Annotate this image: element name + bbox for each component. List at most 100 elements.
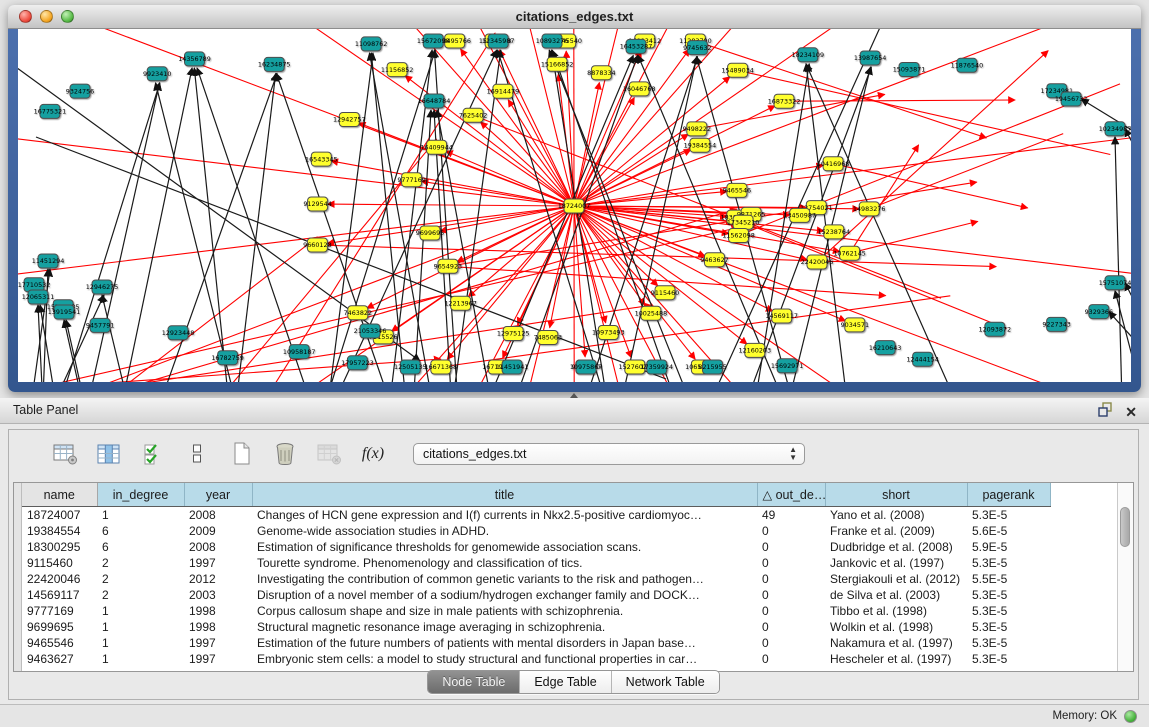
close-button[interactable]	[19, 10, 32, 23]
graph-node[interactable]: 16210643	[869, 341, 902, 355]
table-cell[interactable]: 9115460	[22, 555, 97, 571]
float-panel-icon[interactable]	[1098, 402, 1113, 422]
table-cell[interactable]: 9699695	[22, 619, 97, 635]
table-cell[interactable]: 2009	[184, 523, 252, 539]
graph-node[interactable]: 16775321	[34, 104, 67, 118]
table-cell[interactable]: Wolkin et al. (1998)	[825, 619, 967, 635]
function-builder-button[interactable]: f(x)	[359, 440, 387, 468]
table-cell[interactable]: Estimation of significance thresholds fo…	[252, 539, 757, 555]
table-cell[interactable]: Tourette syndrome. Phenomenology and cla…	[252, 555, 757, 571]
graph-node[interactable]: 10234987	[1099, 122, 1131, 136]
table-cell[interactable]: Jankovic et al. (1997)	[825, 555, 967, 571]
graph-node[interactable]: 12923448	[162, 326, 195, 340]
graph-node[interactable]: 10958187	[283, 345, 316, 359]
table-cell[interactable]: 0	[757, 539, 825, 555]
table-cell[interactable]: Structural magnetic resonance image aver…	[252, 619, 757, 635]
table-cell[interactable]: Corpus callosum shape and size in male p…	[252, 603, 757, 619]
graph-node[interactable]: 16873322	[768, 94, 801, 108]
graph-node[interactable]: 9465546	[723, 183, 751, 197]
table-cell[interactable]: 5.3E-5	[967, 651, 1050, 667]
table-cell[interactable]: 6	[97, 539, 184, 555]
graph-edge[interactable]	[574, 134, 688, 206]
table-cell[interactable]: 1	[97, 603, 184, 619]
graph-node[interactable]: 11156852	[381, 63, 414, 77]
graph-node[interactable]: 19384554	[684, 138, 717, 152]
table-cell[interactable]: 2	[97, 587, 184, 603]
graph-node[interactable]: 11451294	[32, 254, 65, 268]
table-row[interactable]: 1938455462009Genome-wide association stu…	[22, 523, 1050, 539]
table-cell[interactable]: 18724007	[22, 507, 97, 524]
graph-node[interactable]: 16543345	[305, 152, 338, 166]
graph-node[interactable]: 9498222	[683, 122, 711, 136]
graph-node[interactable]: 9115460	[651, 286, 679, 300]
table-cell[interactable]: de Silva et al. (2003)	[825, 587, 967, 603]
table-cell[interactable]: 1	[97, 619, 184, 635]
row-stack-button[interactable]	[183, 440, 211, 468]
table-row[interactable]: 1830029562008Estimation of significance …	[22, 539, 1050, 555]
table-cell[interactable]: 0	[757, 619, 825, 635]
table-cell[interactable]: 2	[97, 555, 184, 571]
minimize-button[interactable]	[40, 10, 53, 23]
table-cell[interactable]: Franke et al. (2009)	[825, 523, 967, 539]
graph-edge[interactable]	[574, 136, 1131, 206]
graph-edge[interactable]	[33, 228, 738, 383]
table-row[interactable]: 946554611997Estimation of the future num…	[22, 635, 1050, 651]
graph-edge[interactable]	[850, 145, 919, 253]
table-cell[interactable]: Genome-wide association studies in ADHD.	[252, 523, 757, 539]
graph-edge[interactable]	[18, 206, 574, 275]
table-cell[interactable]: 9463627	[22, 651, 97, 667]
table-cell[interactable]: 5.9E-5	[967, 539, 1050, 555]
graph-node[interactable]: 15751074	[1099, 276, 1131, 290]
graph-edge[interactable]	[331, 161, 574, 206]
graph-edge[interactable]	[18, 138, 574, 207]
table-row[interactable]: 946362711997Embryonic stem cells: a mode…	[22, 651, 1050, 667]
graph-edge[interactable]	[738, 70, 1111, 154]
table-cell[interactable]: 1	[97, 651, 184, 667]
graph-node[interactable]: 15489034	[721, 63, 754, 77]
table-row[interactable]: 911546021997Tourette syndrome. Phenomeno…	[22, 555, 1050, 571]
table-cell[interactable]: Changes of HCN gene expression and I(f) …	[252, 507, 757, 524]
new-document-button[interactable]	[227, 440, 255, 468]
table-cell[interactable]: 2008	[184, 539, 252, 555]
table-cell[interactable]: 49	[757, 507, 825, 524]
graph-edge[interactable]	[91, 83, 160, 382]
graph-node[interactable]: 12444154	[906, 352, 939, 366]
table-cell[interactable]: 22420046	[22, 571, 97, 587]
graph-node[interactable]: 7463822	[344, 306, 372, 320]
table-cell[interactable]: Tibbo et al. (1998)	[825, 603, 967, 619]
column-header-title[interactable]: title	[252, 483, 757, 507]
table-cell[interactable]: 0	[757, 651, 825, 667]
graph-node[interactable]: 9329366	[1085, 305, 1113, 319]
graph-node[interactable]: 7485063	[534, 331, 562, 345]
table-cell[interactable]: 5.3E-5	[967, 507, 1050, 524]
table-cell[interactable]: 2008	[184, 507, 252, 524]
table-cell[interactable]: 1	[97, 507, 184, 524]
table-cell[interactable]: 2	[97, 571, 184, 587]
graph-node[interactable]: 16914479	[487, 84, 520, 98]
table-cell[interactable]: Investigating the contribution of common…	[252, 571, 757, 587]
table-cell[interactable]: Nakamura et al. (1997)	[825, 635, 967, 651]
graph-edge[interactable]	[475, 29, 574, 206]
table-cell[interactable]: 5.3E-5	[967, 555, 1050, 571]
graph-edge[interactable]	[461, 49, 574, 206]
table-cell[interactable]: 0	[757, 603, 825, 619]
column-header-pagerank[interactable]: pagerank	[967, 483, 1050, 507]
table-cell[interactable]: 9777169	[22, 603, 97, 619]
tab-edge-table[interactable]: Edge Table	[519, 671, 610, 693]
column-header-in_degree[interactable]: in_degree	[97, 483, 184, 507]
graph-edge[interactable]	[238, 73, 276, 382]
table-cell[interactable]: 5.6E-5	[967, 523, 1050, 539]
table-cell[interactable]: Embryonic stem cells: a model to study s…	[252, 651, 757, 667]
tab-node-table[interactable]: Node Table	[428, 671, 519, 693]
table-cell[interactable]: 1997	[184, 555, 252, 571]
graph-edge[interactable]	[194, 68, 227, 382]
close-panel-icon[interactable]: ✕	[1125, 404, 1137, 420]
network-canvas[interactable]: 1830029594636279115460100254881097349374…	[18, 29, 1131, 382]
graph-node[interactable]: 10416968	[817, 157, 850, 171]
table-row[interactable]: 1872400712008Changes of HCN gene express…	[22, 507, 1050, 524]
network-window-titlebar[interactable]: citations_edges.txt	[8, 5, 1141, 29]
graph-node[interactable]: 9923410	[143, 67, 171, 81]
graph-node[interactable]: 9463627	[700, 253, 728, 267]
table-cell[interactable]: 5.3E-5	[967, 603, 1050, 619]
graph-edge[interactable]	[850, 221, 978, 253]
